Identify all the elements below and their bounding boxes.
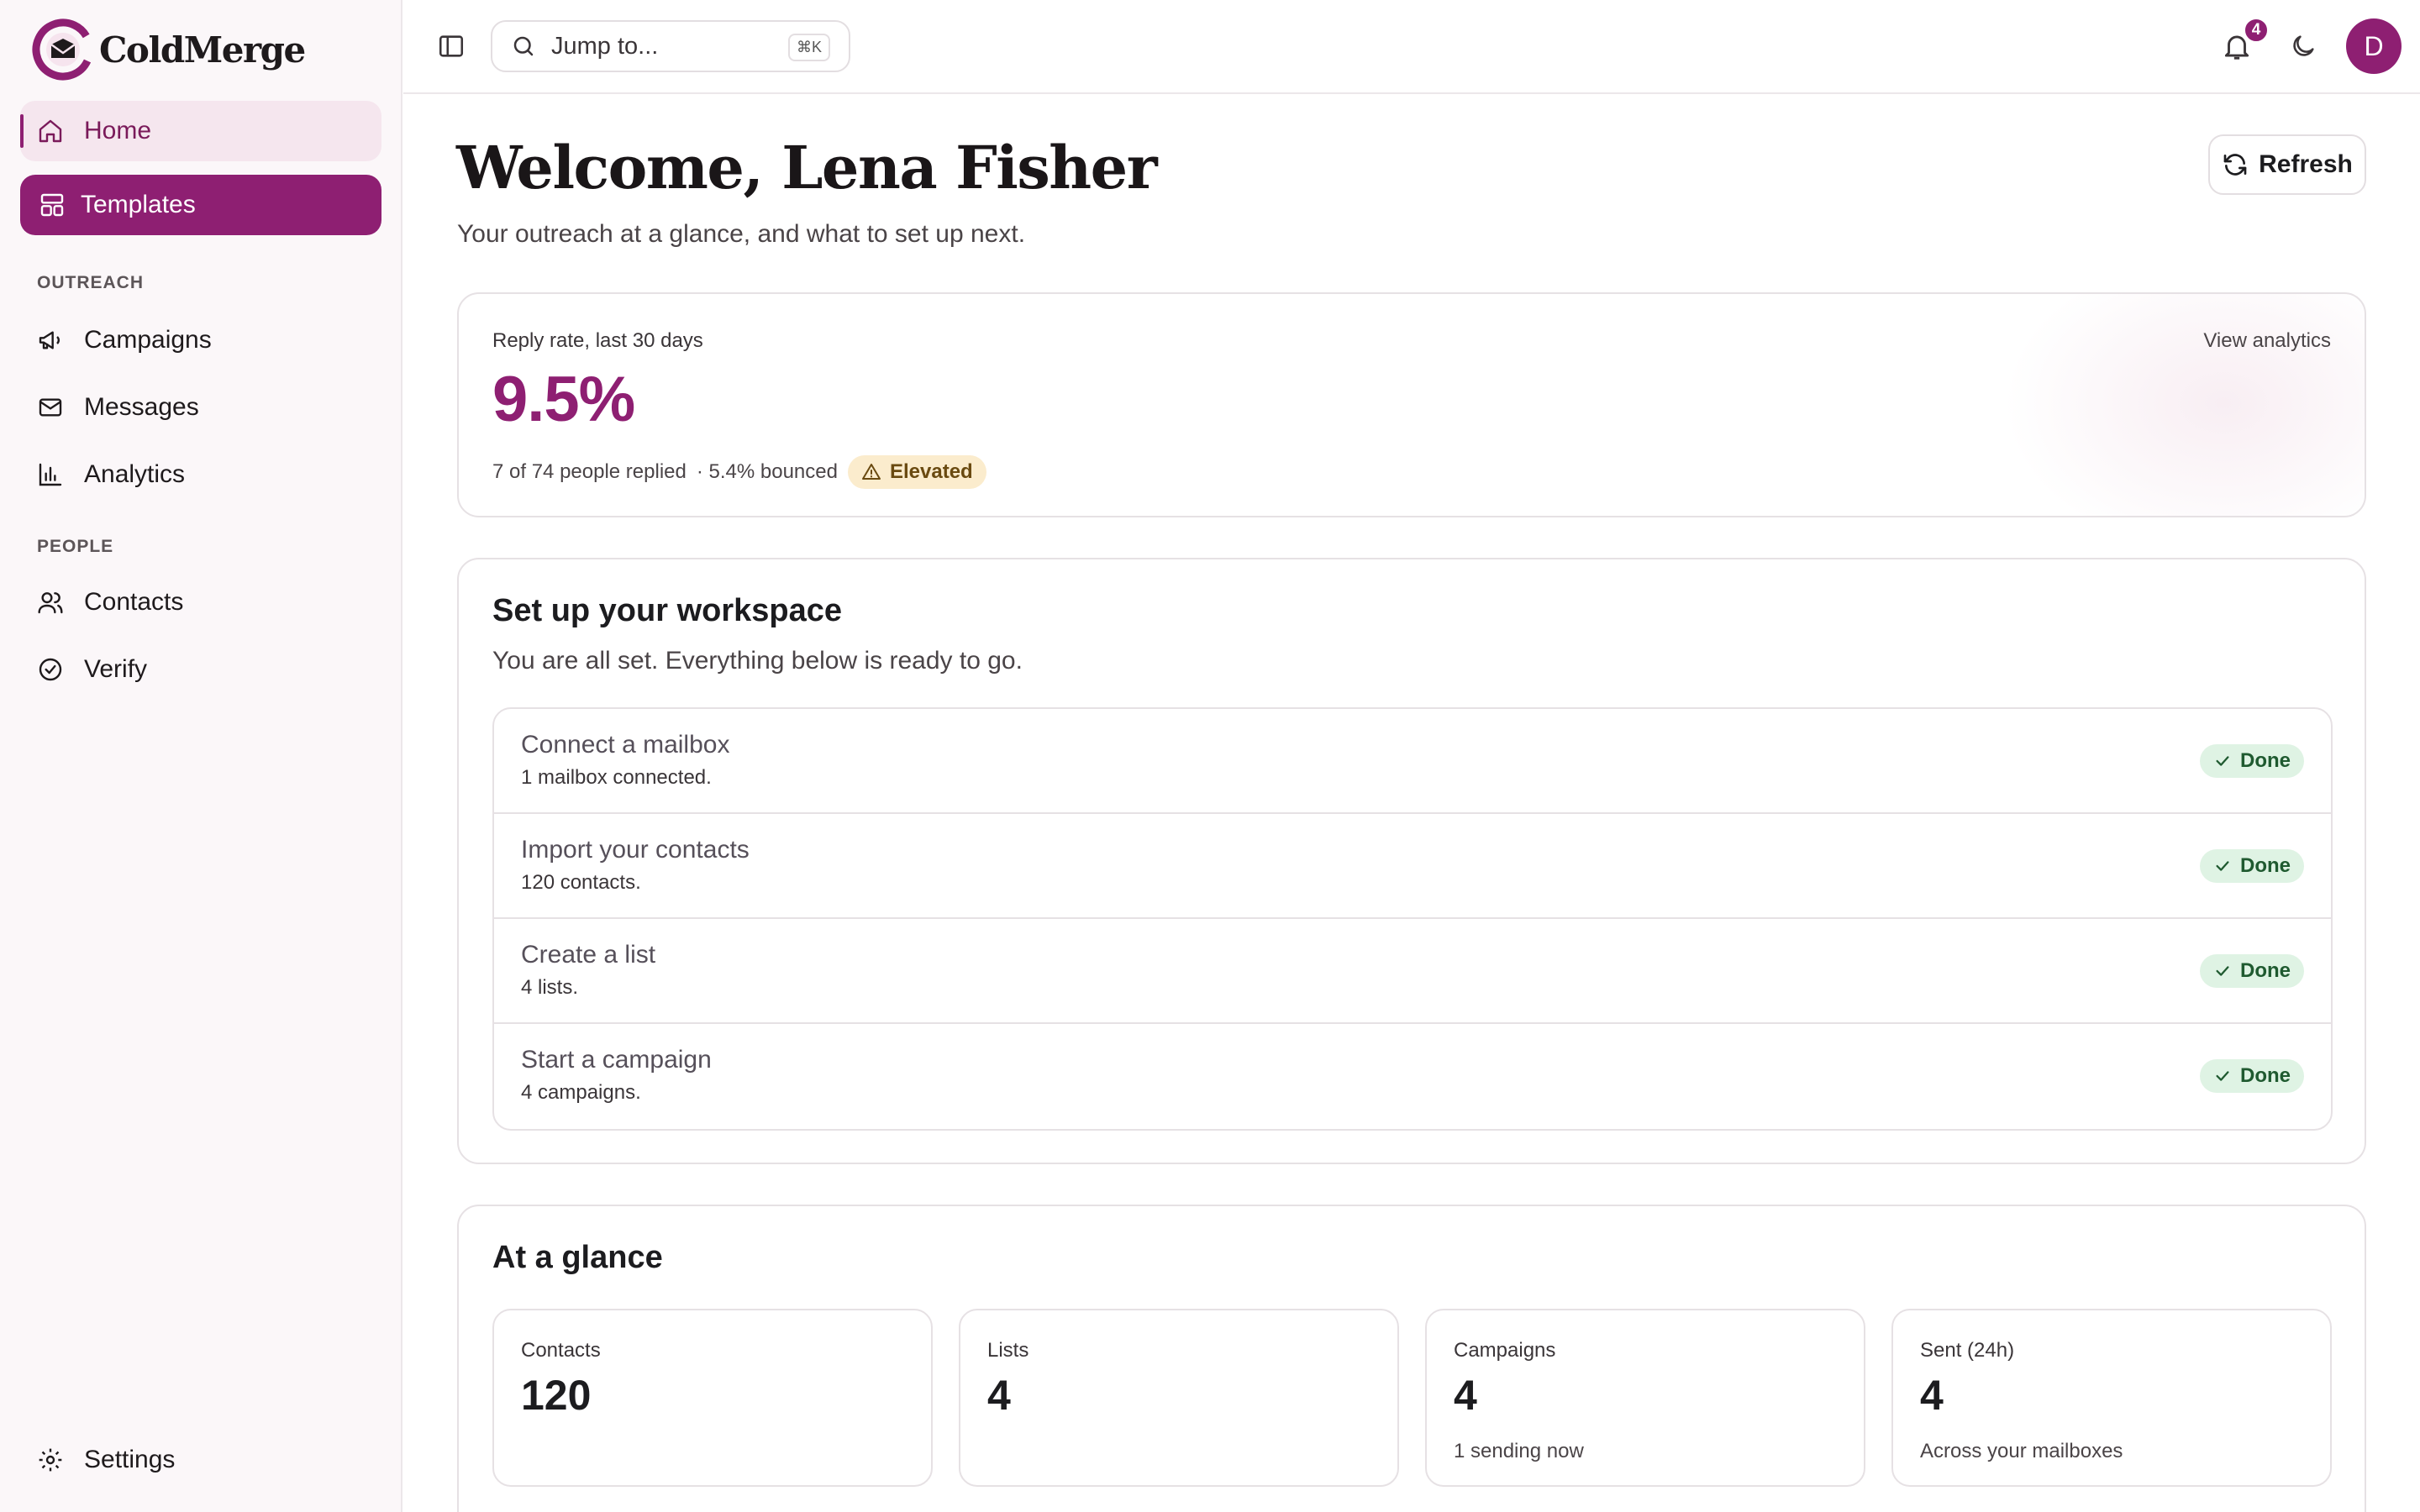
setup-card-title: Set up your workspace [492,593,843,628]
check-icon [2216,756,2229,766]
glance-card-title: At a glance [492,1240,663,1275]
setup-workspace-card: Set up your workspace You are all set. E… [457,558,2366,1164]
step-title: Start a campaign [521,1046,712,1074]
stat-card-lists[interactable]: Lists 4 [959,1309,1399,1487]
reply-rate-label: Reply rate, last 30 days [492,329,703,352]
stat-label: Campaigns [1454,1339,1556,1362]
sidebar-item-label: Home [84,117,152,144]
status-badge-label: Done [2240,854,2291,877]
replied-count-text: 7 of 74 people replied [492,460,687,483]
search-shortcut-hint: ⌘K [787,34,830,61]
status-badge: Done [2200,849,2304,883]
setup-steps-list: Connect a mailbox 1 mailbox connected. D… [492,707,2333,1131]
check-icon [2216,861,2229,871]
gear-icon [39,1448,62,1472]
stat-label: Contacts [521,1339,601,1362]
layout-icon [40,193,64,217]
setup-step-start-campaign[interactable]: Start a campaign 4 campaigns. Done [494,1024,2331,1129]
setup-step-create-list[interactable]: Create a list 4 lists. Done [494,919,2331,1024]
notification-count-badge: 4 [2243,17,2270,44]
mail-icon [39,398,62,417]
sidebar-item-templates[interactable]: Templates [20,175,381,235]
status-badge-label: Done [2240,749,2291,772]
sidebar-item-label: Campaigns [84,326,212,354]
reply-rate-meta: 7 of 74 people replied · 5.4% bounced El… [492,455,986,489]
sidebar-item-label: Settings [84,1446,176,1473]
bar-chart-icon [39,463,62,486]
sidebar-section-outreach: OUTREACH [37,273,144,292]
check-icon [2216,966,2229,976]
stat-card-campaigns[interactable]: Campaigns 4 1 sending now [1425,1309,1865,1487]
status-badge: Elevated [847,455,986,489]
sidebar-toggle-icon[interactable] [437,32,466,60]
step-detail: 4 lists. [521,976,579,999]
sidebar-item-label: Verify [84,655,148,683]
search-input[interactable] [551,32,803,60]
view-analytics-link[interactable]: View analytics [2203,329,2331,353]
sidebar-item-label: Messages [84,393,199,421]
users-icon [38,592,63,614]
home-icon [39,119,62,143]
check-circle-icon [39,658,62,681]
refresh-button[interactable]: Refresh [2208,134,2366,195]
page-subtitle: Your outreach at a glance, and what to s… [457,220,1026,248]
sidebar-item-messages[interactable]: Messages [20,377,381,438]
refresh-icon [2223,154,2247,176]
reply-rate-value: 9.5% [492,364,635,435]
megaphone-icon [39,331,60,349]
search-icon [513,36,534,56]
step-title: Create a list [521,941,656,969]
sidebar-item-label: Contacts [84,588,184,616]
stat-label: Sent (24h) [1920,1339,2015,1362]
status-badge-label: Elevated [889,460,973,483]
status-badge-label: Done [2240,1064,2291,1087]
stat-value: 4 [987,1372,1011,1419]
sidebar-section-people: PEOPLE [37,537,114,556]
status-badge: Done [2200,744,2304,778]
stat-value: 4 [1920,1372,1944,1419]
refresh-button-label: Refresh [2259,150,2353,178]
status-badge: Done [2200,1059,2304,1093]
stat-subtext: 1 sending now [1454,1440,1584,1462]
sidebar-item-home[interactable]: Home [20,101,381,161]
sidebar-item-verify[interactable]: Verify [20,639,381,700]
stat-value: 120 [521,1372,592,1419]
at-a-glance-card: At a glance Contacts 120 Lists 4 Campaig… [457,1205,2366,1512]
stat-card-sent-24h[interactable]: Sent (24h) 4 Across your mailboxes [1891,1309,2332,1487]
check-icon [2216,1071,2229,1081]
setup-card-description: You are all set. Everything below is rea… [492,647,1023,675]
sidebar-item-contacts[interactable]: Contacts [20,572,381,633]
page-title: Welcome, Lena Fisher [456,133,1158,202]
warning-triangle-icon [861,464,881,480]
setup-step-connect-mailbox[interactable]: Connect a mailbox 1 mailbox connected. D… [494,709,2331,814]
sidebar-item-label: Analytics [84,460,186,488]
stat-subtext: Across your mailboxes [1920,1440,2123,1462]
sidebar-item-settings[interactable]: Settings [20,1430,381,1490]
coldmerge-logo-icon [32,18,94,81]
step-detail: 1 mailbox connected. [521,766,712,789]
status-badge: Done [2200,954,2304,988]
setup-step-import-contacts[interactable]: Import your contacts 120 contacts. Done [494,814,2331,919]
user-avatar[interactable]: D [2346,18,2402,74]
sidebar: ColdMerge Home Templates OUTREACH Campai… [0,0,402,1512]
sidebar-item-label: Templates [81,191,196,218]
reply-rate-card: Reply rate, last 30 days 9.5% 7 of 74 pe… [457,292,2366,517]
step-title: Import your contacts [521,836,750,864]
stat-label: Lists [987,1339,1029,1362]
step-detail: 120 contacts. [521,871,641,894]
status-badge-label: Done [2240,959,2291,982]
top-bar: ⌘K 4 D [403,0,2420,94]
sidebar-item-analytics[interactable]: Analytics [20,444,381,505]
sidebar-item-campaigns[interactable]: Campaigns [20,310,381,370]
brand-name: ColdMerge [99,29,306,71]
jump-to-search[interactable]: ⌘K [491,20,850,72]
stat-value: 4 [1454,1372,1477,1419]
step-detail: 4 campaigns. [521,1081,641,1104]
bounced-rate-text: · 5.4% bounced [696,460,838,483]
step-title: Connect a mailbox [521,731,730,759]
brand-logo[interactable]: ColdMerge [32,18,306,81]
moon-icon[interactable] [2289,32,2317,60]
stat-card-contacts[interactable]: Contacts 120 [492,1309,933,1487]
